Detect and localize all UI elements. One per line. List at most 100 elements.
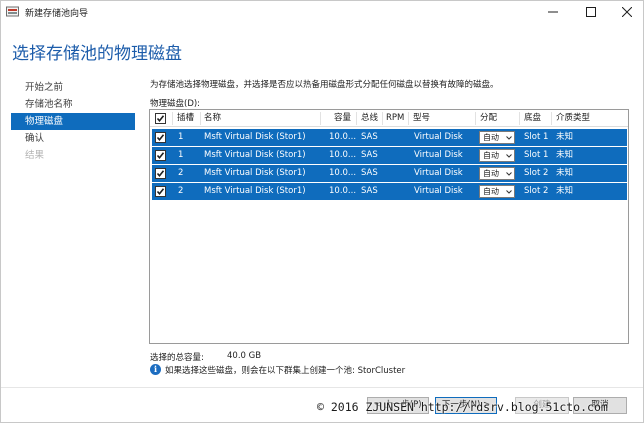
nav-item-pool-name[interactable]: 存储池名称: [11, 96, 135, 113]
nav-item-physical-disks[interactable]: 物理磁盘: [11, 113, 135, 130]
page-title: 选择存储池的物理磁盘: [12, 44, 182, 64]
column-header-chassis[interactable]: 底盘: [524, 110, 541, 127]
allocation-dropdown[interactable]: 自动: [479, 167, 515, 180]
column-separator: [356, 112, 357, 125]
allocation-value: 自动: [483, 151, 499, 160]
cell-slot: 1: [178, 150, 184, 160]
cell-bus: SAS: [361, 186, 378, 196]
wizard-window: 新建存储池向导 选择存储池的物理磁盘 开始之前 存储池名称 物理磁盘 确认 结果…: [0, 0, 644, 423]
cell-bus: SAS: [361, 132, 378, 142]
disk-checkbox[interactable]: [155, 150, 166, 161]
cell-name: Msft Virtual Disk (Stor1): [204, 150, 306, 160]
cell-model: Virtual Disk: [414, 168, 463, 178]
table-row[interactable]: 1 Msft Virtual Disk (Stor1) 10.0... SAS …: [152, 147, 627, 164]
column-header-media-type[interactable]: 介质类型: [556, 110, 590, 127]
column-separator: [408, 112, 409, 125]
column-separator: [382, 112, 383, 125]
checkmark-icon: [156, 170, 165, 178]
cell-slot: 2: [178, 168, 184, 178]
total-capacity-label: 选择的总容量:: [150, 353, 204, 363]
column-separator: [551, 112, 552, 125]
cell-name: Msft Virtual Disk (Stor1): [204, 168, 306, 178]
chevron-down-icon: [506, 172, 512, 176]
cell-capacity: 10.0...: [329, 186, 357, 196]
close-button[interactable]: [614, 1, 640, 23]
cell-media-type: 未知: [556, 186, 574, 196]
nav-item-results: 结果: [25, 150, 45, 161]
allocation-value: 自动: [483, 133, 499, 142]
table-row[interactable]: 1 Msft Virtual Disk (Stor1) 10.0... SAS …: [152, 129, 627, 146]
storage-pool-app-icon: [6, 6, 19, 17]
cell-chassis: Slot 1: [524, 132, 549, 142]
column-header-slot[interactable]: 插槽: [177, 110, 194, 127]
table-row[interactable]: 2 Msft Virtual Disk (Stor1) 10.0... SAS …: [152, 165, 627, 182]
column-header-allocation[interactable]: 分配: [480, 110, 497, 127]
footer-divider: [1, 387, 643, 388]
page-description: 为存储池选择物理磁盘，并选择是否应以热备用磁盘形式分配任何磁盘以替换有故障的磁盘…: [150, 80, 499, 90]
cell-capacity: 10.0...: [329, 132, 357, 142]
nav-item-before-you-begin[interactable]: 开始之前: [11, 79, 135, 96]
column-separator: [519, 112, 520, 125]
cell-chassis: Slot 1: [524, 150, 549, 160]
minimize-icon: [548, 11, 558, 13]
column-header-bus[interactable]: 总线: [361, 110, 378, 127]
disk-checkbox[interactable]: [155, 186, 166, 197]
info-icon: i: [150, 364, 161, 375]
column-separator: [475, 112, 476, 125]
allocation-value: 自动: [483, 169, 499, 178]
allocation-dropdown[interactable]: 自动: [479, 185, 515, 198]
cell-model: Virtual Disk: [414, 186, 463, 196]
maximize-icon: [586, 7, 596, 17]
select-all-checkbox[interactable]: [155, 113, 166, 124]
close-icon: [622, 7, 632, 17]
cell-chassis: Slot 2: [524, 168, 549, 178]
cell-bus: SAS: [361, 168, 378, 178]
physical-disks-label: 物理磁盘(D):: [150, 99, 201, 109]
info-text: 如果选择这些磁盘，则会在以下群集上创建一个池: StorCluster: [165, 366, 406, 376]
checkmark-icon: [156, 188, 165, 196]
cell-slot: 2: [178, 186, 184, 196]
nav-item-confirmation[interactable]: 确认: [11, 130, 135, 147]
allocation-dropdown[interactable]: 自动: [479, 149, 515, 162]
cell-slot: 1: [178, 132, 184, 142]
cell-model: Virtual Disk: [414, 132, 463, 142]
minimize-button[interactable]: [540, 1, 566, 23]
title-bar: 新建存储池向导: [1, 1, 643, 23]
total-capacity-value: 40.0 GB: [227, 351, 262, 361]
window-title: 新建存储池向导: [25, 9, 89, 19]
maximize-button[interactable]: [578, 1, 604, 23]
column-separator: [172, 112, 173, 125]
allocation-value: 自动: [483, 187, 499, 196]
checkmark-icon: [156, 152, 165, 160]
checkmark-icon: [156, 115, 165, 123]
column-separator: [320, 112, 321, 125]
cell-model: Virtual Disk: [414, 150, 463, 160]
cell-media-type: 未知: [556, 132, 574, 142]
watermark: © 2016 ZJUNSEN http://rdsrv.blog.51cto.c…: [317, 400, 608, 414]
cell-bus: SAS: [361, 150, 378, 160]
disk-checkbox[interactable]: [155, 168, 166, 179]
table-header: 插槽 名称 容量 总线 RPM 型号 分配 底盘 介质类型: [150, 110, 628, 127]
cell-chassis: Slot 2: [524, 186, 549, 196]
column-header-name[interactable]: 名称: [204, 110, 221, 127]
cell-capacity: 10.0...: [329, 150, 357, 160]
table-row[interactable]: 2 Msft Virtual Disk (Stor1) 10.0... SAS …: [152, 183, 627, 200]
column-header-rpm[interactable]: RPM: [386, 110, 404, 127]
allocation-dropdown[interactable]: 自动: [479, 131, 515, 144]
column-separator: [200, 112, 201, 125]
disk-checkbox[interactable]: [155, 132, 166, 143]
total-capacity: 选择的总容量: 40.0 GB: [150, 351, 261, 363]
chevron-down-icon: [506, 154, 512, 158]
chevron-down-icon: [506, 190, 512, 194]
cell-capacity: 10.0...: [329, 168, 357, 178]
checkmark-icon: [156, 134, 165, 142]
cell-media-type: 未知: [556, 150, 574, 160]
chevron-down-icon: [506, 136, 512, 140]
column-header-capacity[interactable]: 容量: [334, 110, 351, 127]
column-header-model[interactable]: 型号: [413, 110, 430, 127]
cell-name: Msft Virtual Disk (Stor1): [204, 186, 306, 196]
cell-name: Msft Virtual Disk (Stor1): [204, 132, 306, 142]
cell-media-type: 未知: [556, 168, 574, 178]
physical-disk-table: 插槽 名称 容量 总线 RPM 型号 分配 底盘 介质类型 1 Msft Vir…: [149, 109, 629, 344]
wizard-nav: 开始之前 存储池名称 物理磁盘 确认 结果: [11, 79, 135, 164]
